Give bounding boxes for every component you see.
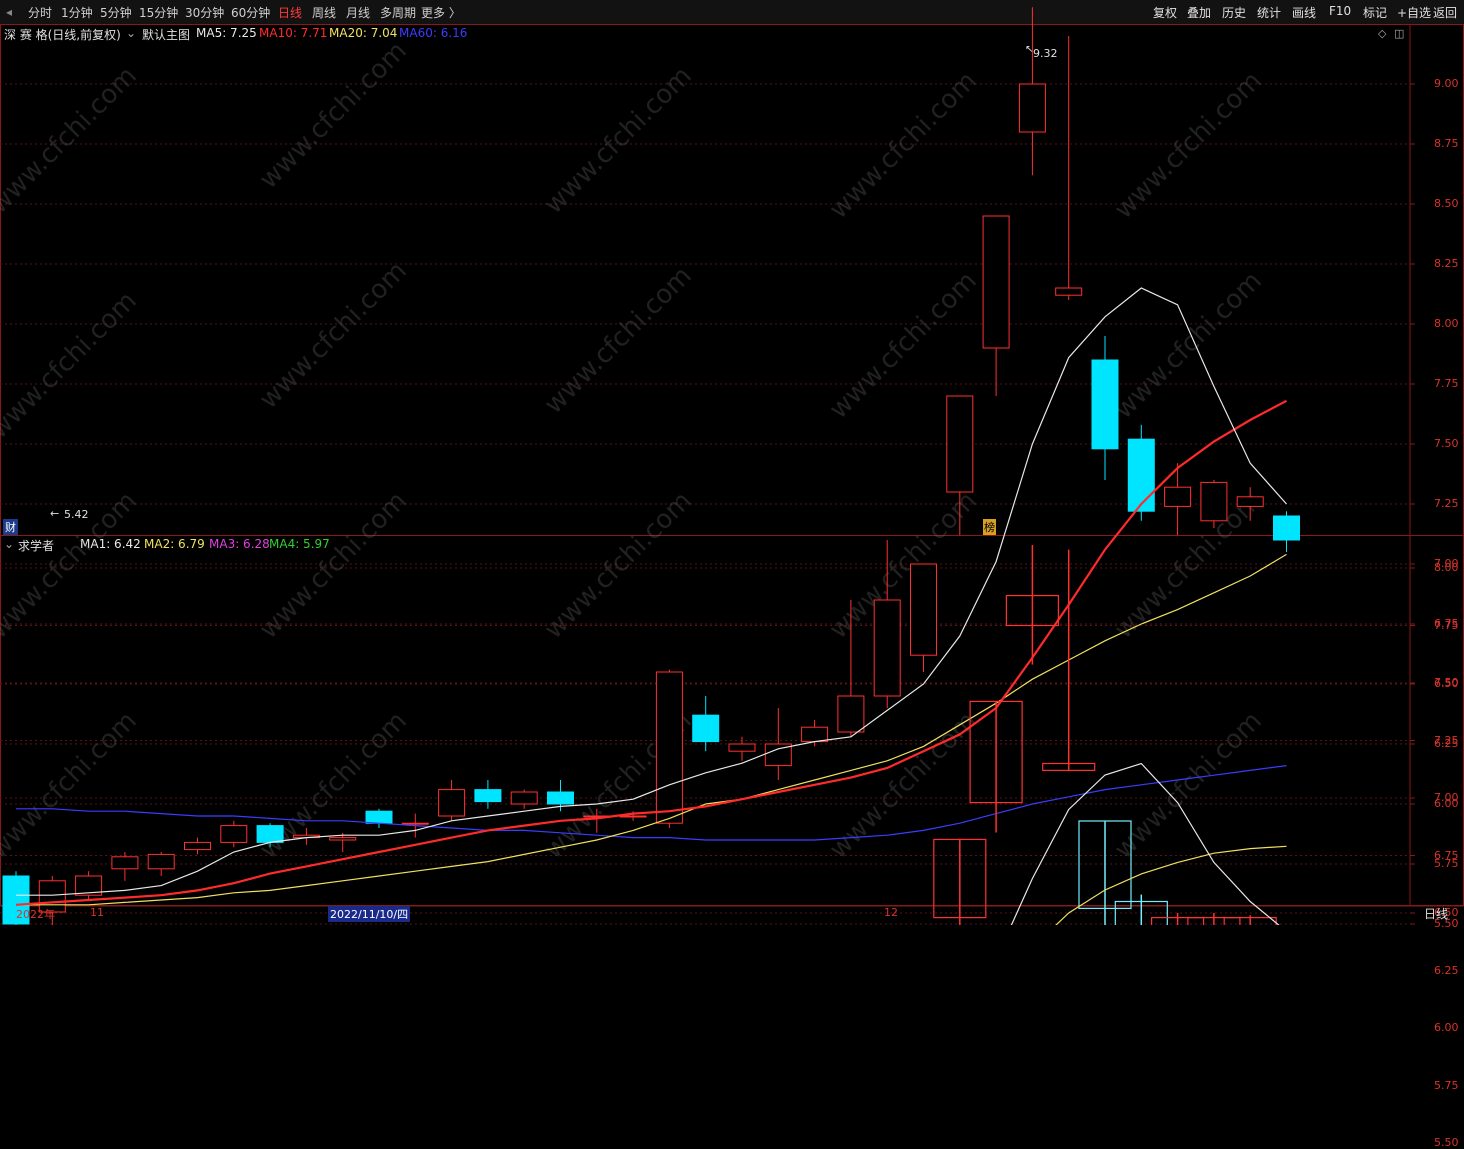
date-axis-dec: 12 — [884, 906, 898, 919]
watermark-text: www.cfchi.com — [539, 261, 698, 420]
watermark-text: www.cfchi.com — [824, 66, 983, 225]
watermark-text: www.cfchi.com — [0, 286, 143, 445]
period-indicator[interactable]: 日线 — [1424, 905, 1448, 922]
candle-body — [474, 789, 502, 803]
ma60-line — [16, 765, 1287, 841]
candle-body — [256, 825, 284, 843]
candle-body — [692, 714, 720, 743]
main-axis-label: 7.75 — [1434, 377, 1459, 390]
candle-body — [910, 563, 937, 656]
high-marker-icon: ↖ — [1025, 44, 1034, 55]
candle-body — [982, 215, 1010, 349]
candle-body — [184, 841, 211, 851]
date-axis-year: 2022年 — [16, 908, 55, 921]
candle-body — [1055, 287, 1083, 296]
sub-axis-label: 7.50 — [1434, 676, 1459, 689]
watermark-text: www.cfchi.com — [1109, 266, 1268, 425]
watermark-text: www.cfchi.com — [0, 61, 143, 220]
candle-body — [1236, 496, 1264, 507]
sub-axis-label: 5.50 — [1434, 1136, 1459, 1149]
rank-badge[interactable]: 榜 — [983, 519, 996, 535]
sub-axis-label: 6.00 — [1434, 1021, 1459, 1034]
main-axis-label: 7.25 — [1434, 497, 1459, 510]
watermark-text: www.cfchi.com — [254, 256, 413, 415]
candle-body — [510, 791, 538, 805]
candle-body — [547, 791, 574, 805]
watermark-text: www.cfchi.com — [539, 61, 698, 220]
low-price-label: 5.42 — [64, 508, 89, 521]
ma20-line — [16, 553, 1287, 906]
sub-axis-label: 7.75 — [1434, 618, 1459, 632]
candle-body — [220, 825, 248, 843]
candle-body — [329, 837, 357, 841]
sub-axis-label: 5.75 — [1434, 1078, 1459, 1092]
kline-chart-canvas[interactable]: www.cfchi.com www.cfchi.com www.cfchi.com w… — [0, 0, 1464, 925]
main-axis-label: 9.00 — [1434, 77, 1459, 90]
date-cursor-label: 2022/11/10/四 — [328, 906, 411, 922]
candle-body — [873, 599, 901, 697]
sub-axis-label: 7.00 — [1434, 791, 1459, 804]
candle-body — [1018, 83, 1046, 133]
candle-body — [837, 695, 865, 733]
candle-body — [1127, 438, 1155, 512]
watermark-text: www.cfchi.com — [254, 486, 413, 645]
candle-body — [1200, 481, 1228, 522]
main-axis-label: 7.50 — [1434, 437, 1459, 450]
candle-body — [147, 853, 175, 870]
main-axis-label: 8.25 — [1434, 257, 1459, 270]
main-axis-label: 8.75 — [1434, 137, 1459, 150]
candle-body — [111, 856, 139, 870]
candle-body — [619, 815, 647, 818]
watermark-text: www.cfchi.com — [254, 36, 413, 195]
sub-axis-label: 6.25 — [1434, 963, 1459, 977]
ma10-line — [15, 399, 1288, 906]
candle-body — [655, 671, 683, 824]
main-axis-label: 8.00 — [1434, 317, 1459, 330]
watermark-text: www.cfchi.com — [1109, 66, 1268, 225]
main-axis-label: 8.50 — [1434, 197, 1459, 210]
candle-body — [1164, 486, 1192, 507]
candle-body — [1273, 515, 1300, 541]
sub-axis-label: 8.00 — [1434, 561, 1459, 574]
finance-badge[interactable]: 财 — [3, 519, 18, 535]
sub-axis-label: 7.25 — [1434, 733, 1459, 747]
candle-body — [401, 822, 429, 825]
candle-body — [946, 395, 974, 493]
candle-body — [438, 789, 466, 817]
date-axis-nov: 11 — [90, 906, 104, 919]
watermark-text: www.cfchi.com — [824, 486, 983, 645]
candle-body — [801, 726, 829, 743]
low-arrow-icon: ← — [50, 507, 60, 520]
watermark-text: www.cfchi.com — [0, 706, 143, 865]
sub-axis-label: 6.75 — [1434, 848, 1459, 862]
candle-body — [728, 743, 756, 752]
high-price-label: 9.32 — [1033, 47, 1058, 60]
candle-body — [1091, 359, 1119, 450]
candle-body — [365, 810, 393, 824]
watermark-text: www.cfchi.com — [539, 486, 698, 645]
